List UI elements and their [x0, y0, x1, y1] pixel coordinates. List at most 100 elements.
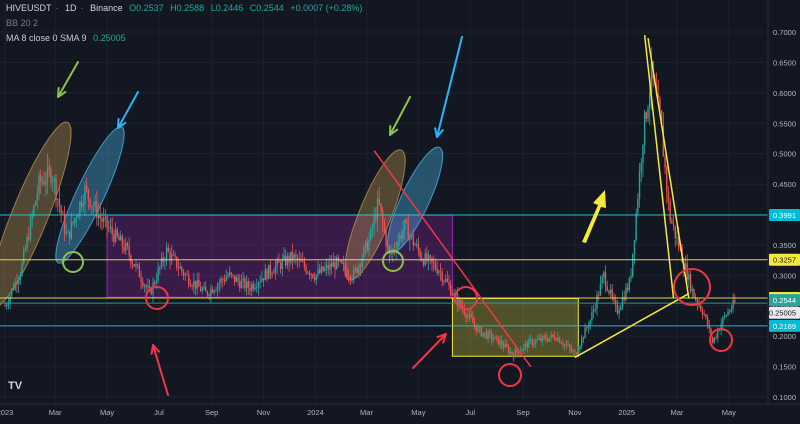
candle-body — [261, 278, 263, 282]
candle-body — [512, 354, 515, 358]
candle-body — [24, 248, 27, 251]
red-circle-3 — [498, 363, 522, 387]
candle-body — [529, 339, 532, 341]
candle-body — [164, 260, 166, 262]
candle-body — [664, 156, 666, 168]
candle-body — [184, 274, 187, 276]
candle-body — [269, 264, 272, 274]
candle-body — [254, 287, 256, 289]
candle-body — [227, 275, 229, 278]
candle-body — [686, 263, 688, 280]
bb-indicator-label: BB 20 2 — [6, 18, 39, 28]
candle-body — [303, 261, 306, 267]
candle-body — [29, 218, 32, 240]
candle-body — [628, 278, 631, 290]
x-tick-label: Sep — [205, 408, 218, 417]
candle-body — [28, 236, 30, 240]
candle-body — [541, 336, 544, 341]
candle-body — [23, 250, 25, 263]
candle-body — [637, 198, 639, 213]
candle-body — [467, 315, 469, 318]
candle-body — [575, 352, 578, 354]
candle-body — [643, 112, 646, 145]
tradingview-logo[interactable]: TV — [8, 380, 28, 394]
candle-body — [526, 343, 528, 348]
candle-body — [191, 286, 193, 287]
candle-body — [239, 281, 241, 289]
candle-body — [126, 243, 129, 247]
candle-body — [274, 265, 277, 274]
candle-body — [562, 343, 564, 346]
candle-body — [666, 167, 668, 192]
candle-body — [228, 272, 231, 276]
candle-body — [507, 346, 510, 354]
candle-body — [257, 282, 260, 288]
candle-body — [310, 274, 312, 275]
candle-body — [189, 284, 192, 287]
candle-body — [400, 234, 403, 239]
candle-body — [580, 337, 583, 347]
candle-body — [104, 216, 107, 218]
candle-body — [4, 305, 6, 307]
candle-body — [121, 235, 124, 247]
candle-body — [43, 181, 45, 185]
candle-body — [606, 286, 608, 291]
candle-body — [313, 277, 316, 280]
candle-body — [468, 313, 471, 316]
candle-body — [135, 264, 137, 267]
interval-label[interactable]: 1D — [65, 3, 77, 13]
candle-body — [19, 275, 22, 280]
candle-body — [499, 340, 501, 345]
candle-body — [458, 299, 460, 306]
y-tick-label: 0.6500 — [773, 58, 796, 67]
bb-indicator-legend[interactable]: BB 20 2 — [6, 18, 42, 28]
candle-body — [80, 201, 83, 207]
candle-body — [502, 345, 505, 348]
candle-body — [327, 264, 329, 270]
candle-body — [402, 230, 404, 239]
candle-body — [349, 276, 352, 280]
candle-body — [34, 201, 37, 206]
candle-body — [237, 277, 239, 282]
candle-body — [63, 213, 66, 234]
yellow-crash-line-a — [643, 34, 675, 299]
candle-body — [546, 339, 549, 342]
candle-body — [705, 314, 707, 318]
candle-body — [533, 343, 535, 345]
candle-body — [473, 322, 476, 326]
candle-body — [535, 339, 537, 344]
candle-body — [346, 269, 348, 276]
candle-body — [387, 245, 389, 247]
candle-body — [332, 261, 335, 268]
candle-body — [353, 270, 355, 280]
candle-body — [259, 281, 261, 283]
candle-body — [232, 274, 234, 276]
candle-body — [565, 344, 568, 346]
red-arrow-icon-1 — [150, 344, 169, 396]
candle-body — [182, 271, 185, 276]
y-axis: 0.70000.65000.60000.55000.50000.45000.40… — [767, 0, 800, 424]
change-value: +0.0007 (+0.28%) — [290, 3, 363, 13]
candle-body — [574, 351, 576, 353]
candle-body — [213, 290, 215, 293]
candle-body — [91, 205, 93, 207]
candle-body — [339, 260, 341, 262]
candle-body — [284, 255, 287, 266]
candle-body — [475, 325, 477, 332]
candle-body — [548, 337, 551, 342]
symbol-label[interactable]: HIVEUSDT — [6, 3, 52, 13]
candle-body — [279, 262, 282, 269]
ma-indicator-legend[interactable]: MA 8 close 0 SMA 9 0.25005 — [6, 33, 130, 43]
candle-body — [267, 264, 270, 280]
close-value: C0.2544 — [249, 3, 284, 13]
candle-body — [101, 218, 103, 222]
candle-body — [569, 345, 571, 349]
candle-body — [711, 337, 714, 343]
price-chart[interactable]: 0.70000.65000.60000.55000.50000.45000.40… — [0, 0, 800, 424]
x-tick-label: Sep — [516, 408, 529, 417]
candle-body — [708, 326, 710, 329]
candle-body — [516, 349, 518, 352]
candle-body — [485, 332, 488, 339]
x-axis: 2023 Mar May Jul Sep Nov 2024 Mar May Jul Sep Nov 20… — [0, 403, 800, 417]
candle-body — [79, 201, 81, 216]
